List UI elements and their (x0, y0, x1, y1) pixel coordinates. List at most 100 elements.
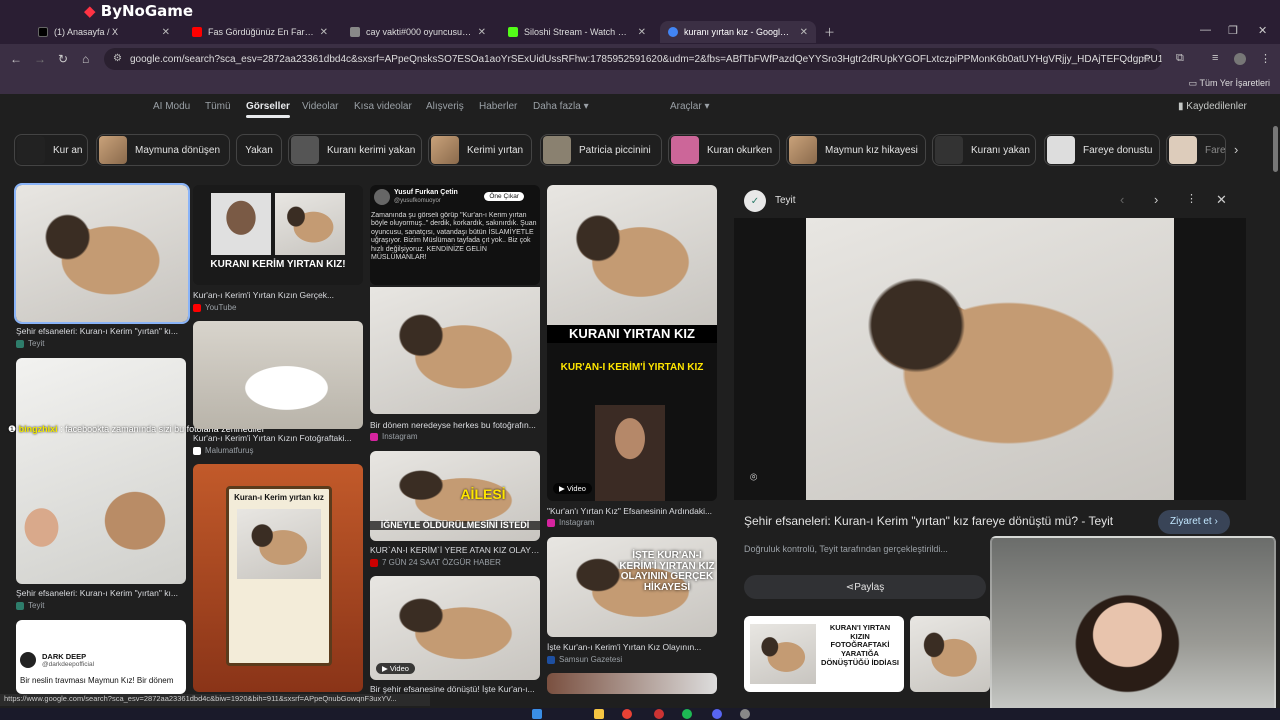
avatar[interactable] (1234, 53, 1246, 65)
chevron-right-icon[interactable]: › (1234, 142, 1238, 157)
spotify-icon[interactable] (682, 709, 692, 719)
tab-videos[interactable]: Videolar (302, 101, 339, 112)
tools-button[interactable]: Araçlar ▾ (670, 101, 710, 112)
folder-icon: ▭ (1188, 78, 1200, 88)
result-image-selected[interactable] (14, 183, 190, 324)
related-image[interactable] (910, 616, 990, 692)
panel-title[interactable]: Şehir efsaneleri: Kuran-ı Kerim "yırtan"… (744, 514, 1144, 528)
tab-short-videos[interactable]: Kısa videolar (354, 101, 412, 112)
result-image[interactable] (370, 287, 540, 414)
menu-icon[interactable]: ⋮ (1260, 52, 1271, 65)
related-overlay-text: KURAN'I YIRTAN KIZIN FOTOĞRAFTAKİ YARATI… (821, 623, 899, 667)
result-image[interactable] (193, 321, 363, 429)
tab-more[interactable]: Daha fazla ▾ (533, 101, 589, 112)
result-caption[interactable]: KUR`AN-I KERİM`İ YERE ATAN KIZ OLAYININ.… (370, 545, 540, 555)
extensions-icon[interactable]: ⧉ (1176, 52, 1184, 65)
reload-icon[interactable]: ↻ (58, 52, 68, 66)
result-image[interactable]: ▶ Video (370, 576, 540, 680)
chip-maymuna-donusen[interactable]: Maymuna dönüşen (96, 134, 230, 166)
tab-shopping[interactable]: Alışveriş (426, 101, 464, 112)
play-icon: ▶ (382, 664, 390, 673)
chip-fare[interactable]: Fare (1166, 134, 1226, 166)
chip-kuran[interactable]: Kur an (14, 134, 88, 166)
result-caption[interactable]: Bir şehir efsanesine dönüştü! İşte Kur'a… (370, 684, 540, 694)
forward-icon[interactable]: → (34, 52, 46, 66)
chip-yakan[interactable]: Yakan (236, 134, 282, 166)
panel-site-name[interactable]: Teyit (775, 195, 796, 206)
tab-cay-vakti[interactable]: cay vakti#000 oyuncusunun Ca✕ (342, 21, 494, 43)
result-image[interactable]: Yusuf Furkan Çetin @yusufkomuoyor Öne Çı… (370, 185, 540, 285)
result-source: YouTube (193, 303, 236, 312)
result-image[interactable] (16, 358, 186, 584)
address-bar[interactable]: ⚙ google.com/search?sca_esv=2872aa23361d… (104, 48, 1162, 70)
close-icon[interactable]: ✕ (794, 27, 808, 38)
result-caption[interactable]: Bir dönem neredeyse herkes bu fotoğrafın… (370, 420, 540, 430)
lens-icon[interactable]: ⌾ (750, 470, 757, 485)
app-icon[interactable] (654, 709, 664, 719)
saved-button[interactable]: ▮ Kaydedilenler (1178, 101, 1247, 112)
result-caption[interactable]: İşte Kur'an-ı Kerim'i Yırtan Kız Olayını… (547, 642, 717, 652)
tab-news[interactable]: Haberler (479, 101, 517, 112)
result-image[interactable]: DARK DEEP @darkdeepofficial Bir neslin t… (16, 620, 186, 694)
preview-image[interactable] (806, 218, 1174, 500)
app-icon[interactable] (740, 709, 750, 719)
close-window-button[interactable]: ✕ (1258, 24, 1267, 37)
result-image[interactable]: KURANI KERİM YIRTAN KIZ! (193, 185, 363, 285)
related-image[interactable]: KURAN'I YIRTAN KIZIN FOTOĞRAFTAKİ YARATI… (744, 616, 904, 692)
minimize-button[interactable]: — (1200, 24, 1211, 36)
result-caption[interactable]: "Kur'an'ı Yırtan Kız" Efsanesinin Ardınd… (547, 506, 717, 516)
tab-all[interactable]: Tümü (205, 101, 231, 112)
previous-icon[interactable]: ‹ (1120, 192, 1124, 207)
chip-kurani-kerimi-yakan[interactable]: Kuranı kerimi yakan (288, 134, 422, 166)
close-icon[interactable]: ✕ (314, 27, 328, 38)
chip-thumbnail (1169, 136, 1197, 164)
tab-google-active[interactable]: kuranı yırtan kız - Google'da A ✕ (660, 21, 816, 43)
visit-button[interactable]: Ziyaret et › (1158, 510, 1230, 534)
tab-youtube[interactable]: Fas Gördüğünüz En Farklı Ülke✕ (184, 21, 336, 43)
next-icon[interactable]: › (1154, 192, 1158, 207)
result-image[interactable]: Kuran-ı Kerim yırtan kız (193, 464, 363, 692)
tab-images[interactable]: Görseller (246, 101, 290, 118)
maximize-button[interactable]: ❐ (1228, 24, 1238, 37)
result-image[interactable] (547, 673, 717, 694)
site-info-icon[interactable]: ⚙ (113, 53, 122, 64)
more-icon[interactable]: ⋮ (1186, 192, 1197, 205)
back-icon[interactable]: ← (10, 52, 22, 66)
home-icon[interactable]: ⌂ (82, 52, 89, 66)
all-bookmarks[interactable]: ▭ Tüm Yer İşaretleri (1189, 78, 1270, 89)
scrollbar-thumb[interactable] (1273, 126, 1278, 172)
chip-patricia-piccinini[interactable]: Patricia piccinini (540, 134, 662, 166)
result-caption[interactable]: Şehir efsaneleri: Kuran-ı Kerim "yırtan"… (16, 588, 186, 598)
close-icon[interactable]: ✕ (1216, 192, 1227, 208)
teyit-icon (16, 601, 24, 610)
chip-kerimi-yirtan[interactable]: Kerimi yırtan (428, 134, 532, 166)
folder-icon[interactable] (594, 709, 604, 719)
star-icon[interactable]: ☆ (1142, 52, 1152, 65)
close-icon[interactable]: ✕ (156, 27, 170, 38)
tab-ai-mode[interactable]: AI Modu (153, 101, 190, 112)
close-icon[interactable]: ✕ (472, 27, 486, 38)
close-icon[interactable]: ✕ (632, 27, 646, 38)
result-image[interactable]: İŞTE KUR'AN-I KERİM'İ YIRTAN KIZ OLAYINI… (547, 537, 717, 637)
chip-fareye-donustu[interactable]: Fareye donustu (1044, 134, 1160, 166)
new-tab-button[interactable]: ＋ (824, 24, 835, 40)
badge: Öne Çıkar (484, 192, 524, 201)
chrome-icon[interactable] (622, 709, 632, 719)
bookmarks-bar: ▭ Tüm Yer İşaretleri (0, 74, 1280, 94)
discord-icon[interactable] (712, 709, 722, 719)
post-author: Yusuf Furkan Çetin (394, 189, 458, 196)
chip-kurani-yakan[interactable]: Kuranı yakan (932, 134, 1036, 166)
tab-kick[interactable]: Siloshi Stream - Watch Live on✕ (500, 21, 654, 43)
chip-maymun-kiz-hikayesi[interactable]: Maymun kız hikayesi (786, 134, 926, 166)
result-image[interactable]: AİLESİ İĞNEYLE ÖLDÜRÜLMESİNİ İSTEDİ (370, 451, 540, 541)
result-caption[interactable]: Kur'an-ı Kerim'i Yırtan Kızın Gerçek... (193, 290, 363, 300)
result-caption[interactable]: Kur'an-ı Kerim'i Yırtan Kızın Fotoğrafta… (193, 433, 363, 443)
chip-kuran-okurken[interactable]: Kuran okurken (668, 134, 780, 166)
result-caption[interactable]: Şehir efsaneleri: Kuran-ı Kerim "yırtan"… (16, 326, 188, 336)
creature-photo (547, 185, 717, 325)
media-icon[interactable]: ≡ (1212, 52, 1218, 64)
tab-x[interactable]: (1) Anasayfa / X ✕ (30, 21, 178, 43)
result-image[interactable]: KURANI YIRTAN KIZ KUR'AN-I KERİM'İ YIRTA… (547, 185, 717, 501)
share-button[interactable]: ⋖ Paylaş (744, 575, 986, 599)
start-icon[interactable] (532, 709, 542, 719)
